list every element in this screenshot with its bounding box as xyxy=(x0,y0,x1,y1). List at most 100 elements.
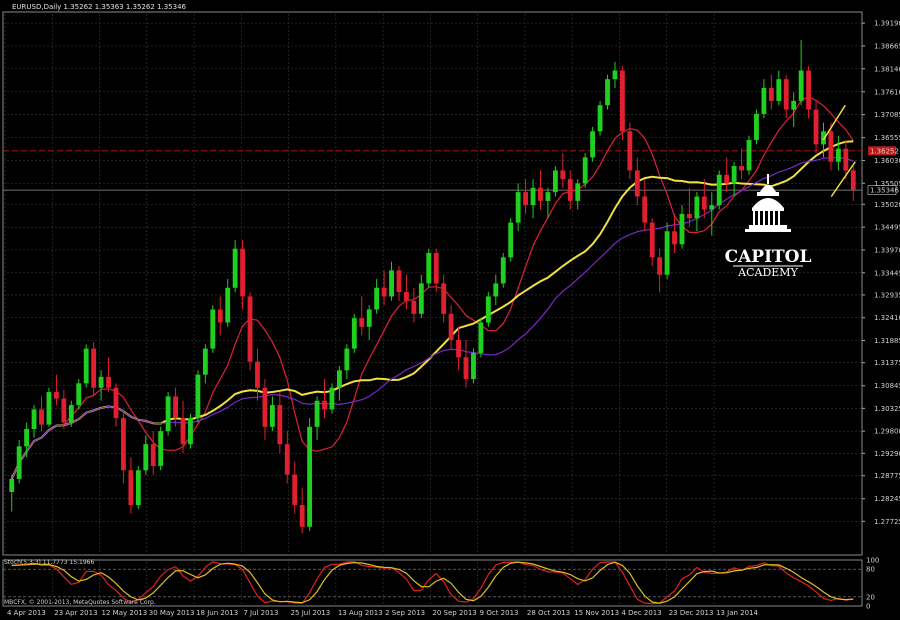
candle-bull xyxy=(776,79,782,101)
candle-bear xyxy=(404,292,409,301)
highlight-price-label: 1.36252 xyxy=(870,147,899,155)
candle-bear xyxy=(687,213,692,219)
candle-bear xyxy=(322,400,327,410)
time-tick-label: 2 Sep 2013 xyxy=(385,609,425,617)
candle-bear xyxy=(448,313,454,340)
candle-bear xyxy=(128,470,134,506)
candle-bull xyxy=(746,140,752,171)
candle-bear xyxy=(739,166,744,171)
candle-bull xyxy=(590,131,596,158)
candle-bull xyxy=(679,213,685,245)
candle-bull xyxy=(694,196,700,219)
price-tick-label: 1.30325 xyxy=(874,405,900,413)
candle-bear xyxy=(121,418,126,471)
candle-bear xyxy=(411,300,417,314)
candle-bull xyxy=(664,231,670,275)
candle-bull xyxy=(426,252,432,284)
price-chart: 1.39190 1.38665 1.38140 1.37610 1.37085 1.365… xyxy=(2,3,900,617)
candle-bear xyxy=(359,318,365,327)
candle-bull xyxy=(575,183,581,201)
candle-bull xyxy=(798,70,804,101)
candle-bull xyxy=(366,309,372,327)
chart-title: EURUSD,Daily 1.35262 1.35363 1.35262 1.3… xyxy=(12,3,187,11)
trend-annotation-line xyxy=(822,104,846,141)
time-tick-label: 25 Jul 2013 xyxy=(291,609,331,617)
time-tick-label: 7 Jul 2013 xyxy=(243,609,278,617)
candle-bull xyxy=(68,405,74,423)
candle-bull xyxy=(143,444,149,471)
candle-bull xyxy=(471,352,476,380)
candle-bull xyxy=(478,322,484,353)
price-axis: 1.39190 1.38665 1.38140 1.37610 1.37085 1.365… xyxy=(862,20,900,526)
candle-bear xyxy=(39,409,44,425)
capitol-academy-logo: CAPITOL ACADEMY xyxy=(725,174,812,279)
price-tick-label: 1.37085 xyxy=(874,111,900,119)
price-tick-label: 1.32410 xyxy=(874,314,900,322)
moving-average-line xyxy=(11,95,854,480)
candle-bull xyxy=(16,446,22,479)
candle-bear xyxy=(106,376,111,388)
candle-bull xyxy=(195,374,201,419)
candle-bear xyxy=(657,257,663,275)
candle-bull xyxy=(158,431,164,466)
price-tick-label: 1.39190 xyxy=(874,20,900,28)
candle-bull xyxy=(165,396,171,432)
candle-bull xyxy=(46,392,52,425)
candle-bear xyxy=(649,222,655,258)
candle-bull xyxy=(314,400,320,427)
price-tick-label: 1.38140 xyxy=(874,65,900,73)
candle-bull xyxy=(552,170,558,193)
candle-bull xyxy=(336,370,342,388)
candle-bull xyxy=(31,409,37,429)
candle-bull xyxy=(716,174,722,206)
price-tick-label: 1.29800 xyxy=(874,428,900,436)
time-tick-label: 13 Jan 2014 xyxy=(716,609,759,617)
time-tick-label: 28 Oct 2013 xyxy=(527,609,570,617)
candle-bull xyxy=(374,287,380,310)
candle-bull xyxy=(754,113,759,141)
candle-bull xyxy=(76,383,82,406)
candle-bear xyxy=(843,148,849,171)
candle-bear xyxy=(53,392,59,399)
price-tick-label: 1.31885 xyxy=(874,337,900,345)
candle-bull xyxy=(493,283,499,297)
price-tick-label: 1.30845 xyxy=(874,382,900,390)
candle-bull xyxy=(24,428,30,447)
time-tick-label: 4 Dec 2013 xyxy=(621,609,661,617)
chart-window: 1.39190 1.38665 1.38140 1.37610 1.37085 1.365… xyxy=(0,0,900,620)
time-tick-label: 4 Apr 2013 xyxy=(7,609,46,617)
logo-line2: ACADEMY xyxy=(737,266,798,279)
time-tick-label: 9 Oct 2013 xyxy=(480,609,519,617)
price-tick-label: 1.38665 xyxy=(874,42,900,50)
candle-bull xyxy=(344,348,350,371)
candle-bear xyxy=(292,474,298,506)
price-tick-label: 1.33970 xyxy=(874,246,900,254)
oscillator-level-label: 20 xyxy=(866,593,875,601)
time-tick-label: 30 May 2013 xyxy=(149,609,195,617)
candle-bull xyxy=(709,205,715,210)
chart-grid xyxy=(2,11,863,607)
candle-bull xyxy=(485,296,491,323)
candle-bull xyxy=(605,79,610,106)
time-axis: 4 Apr 2013 23 Apr 2013 12 May 2013 30 May 2… xyxy=(7,609,759,617)
oscillator-line xyxy=(11,561,854,605)
candle-bull xyxy=(202,348,208,375)
candle-bear xyxy=(627,131,633,171)
candle-bull xyxy=(582,157,588,184)
candle-bull xyxy=(835,148,841,162)
candle-bear xyxy=(813,109,819,145)
candle-bull xyxy=(791,100,797,110)
candle-bear xyxy=(284,444,290,475)
candle-bear xyxy=(240,248,246,297)
logo-line1: CAPITOL xyxy=(725,247,812,267)
candle-bear xyxy=(850,170,856,190)
price-tick-label: 1.36555 xyxy=(874,134,900,142)
price-tick-label: 1.37610 xyxy=(874,88,900,96)
copyright-text: MBCFX, © 2001-2013, MetaQuotes Software … xyxy=(4,599,156,606)
candle-bear xyxy=(456,339,461,358)
candle-bull xyxy=(98,376,104,388)
candle-bull xyxy=(225,287,231,323)
price-tick-label: 1.34495 xyxy=(874,224,900,232)
price-tick-label: 1.28245 xyxy=(874,495,900,503)
candle-bull xyxy=(210,309,216,349)
